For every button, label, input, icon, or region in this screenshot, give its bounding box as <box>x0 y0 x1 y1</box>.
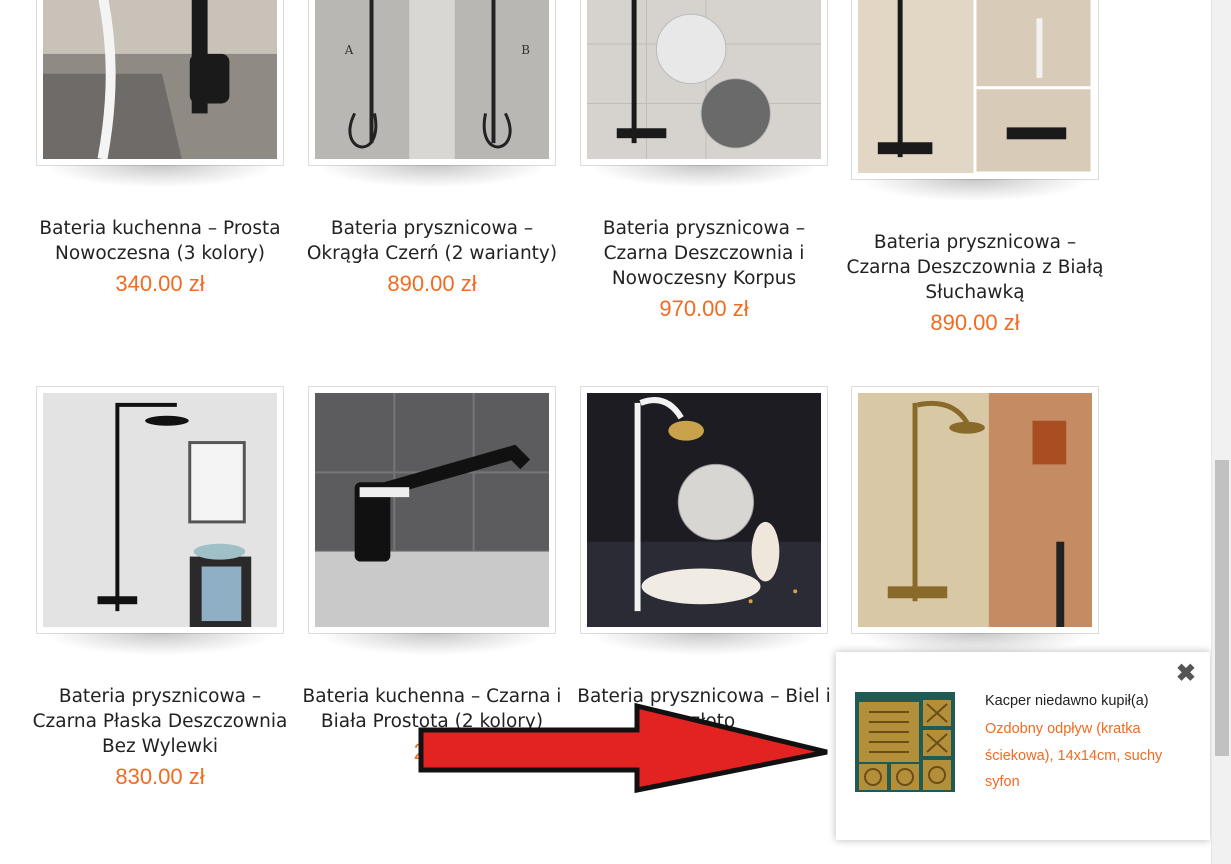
product-image[interactable] <box>851 386 1099 655</box>
product-title[interactable]: Bateria kuchenna – Prosta Nowoczesna (3 … <box>24 216 296 296</box>
product-price: 970.00 zł <box>659 296 749 321</box>
product-price: 890.00 zł <box>930 310 1020 335</box>
product-title[interactable]: Bateria prysznicowa – Okrągła Czerń (2 w… <box>296 216 568 296</box>
svg-text:B: B <box>521 43 530 57</box>
product-image[interactable] <box>580 0 828 187</box>
product-card[interactable]: Bateria prysznicowa – Czarna Deszczownia… <box>580 0 830 321</box>
product-card[interactable]: A B Bateria prysznicowa – Okrągła Czerń … <box>307 0 558 296</box>
product-card[interactable] <box>851 386 1101 655</box>
product-price: 340.00 zł <box>115 271 205 296</box>
scrollbar-thumb[interactable] <box>1215 460 1229 756</box>
image-shadow <box>862 179 1088 201</box>
product-image[interactable] <box>36 386 284 655</box>
product-title[interactable]: Bateria prysznicowa – Czarna Płaska Desz… <box>24 684 296 789</box>
product-title[interactable]: Bateria prysznicowa – Czarna Deszczownia… <box>839 230 1111 335</box>
product-card[interactable]: Bateria prysznicowa – Czarna Płaska Desz… <box>33 386 287 789</box>
product-image[interactable] <box>851 0 1099 201</box>
product-title[interactable]: Bateria prysznicowa – Czarna Deszczownia… <box>568 216 840 321</box>
product-image[interactable] <box>36 0 284 187</box>
product-price: 830.00 zł <box>115 764 205 789</box>
product-image[interactable]: A B <box>308 0 556 187</box>
image-shadow <box>47 633 273 655</box>
product-image[interactable] <box>308 386 556 655</box>
product-card[interactable]: Bateria kuchenna – Czarna i Biała Prosto… <box>303 386 561 764</box>
image-shadow <box>319 165 545 187</box>
product-card[interactable]: Bateria prysznicowa – Czarna Deszczownia… <box>847 0 1103 335</box>
image-shadow <box>591 633 817 655</box>
popup-product-image[interactable] <box>855 692 955 792</box>
image-shadow <box>591 165 817 187</box>
scrollbar[interactable] <box>1211 0 1231 864</box>
popup-buyer-text: Kacper niedawno kupił(a) <box>985 693 1149 709</box>
image-shadow <box>47 165 273 187</box>
image-shadow <box>319 633 545 655</box>
product-card[interactable]: Bateria kuchenna – Prosta Nowoczesna (3 … <box>36 0 286 296</box>
red-arrow-icon <box>418 702 828 794</box>
close-icon[interactable]: ✖ <box>1176 660 1196 688</box>
product-grid-page: Bateria kuchenna – Prosta Nowoczesna (3 … <box>0 0 1231 864</box>
svg-text:A: A <box>344 43 354 57</box>
product-image[interactable] <box>580 386 828 655</box>
recent-purchase-popup[interactable]: ✖ Kacper niedawno kupił(a) Ozdobny odpły… <box>836 652 1210 840</box>
popup-product-link[interactable]: Ozdobny odpływ (kratka ściekowa), 14x14c… <box>985 716 1185 796</box>
product-price: 890.00 zł <box>387 271 477 296</box>
product-card[interactable]: Bateria prysznicowa – Biel i ...złoto <box>577 386 831 732</box>
